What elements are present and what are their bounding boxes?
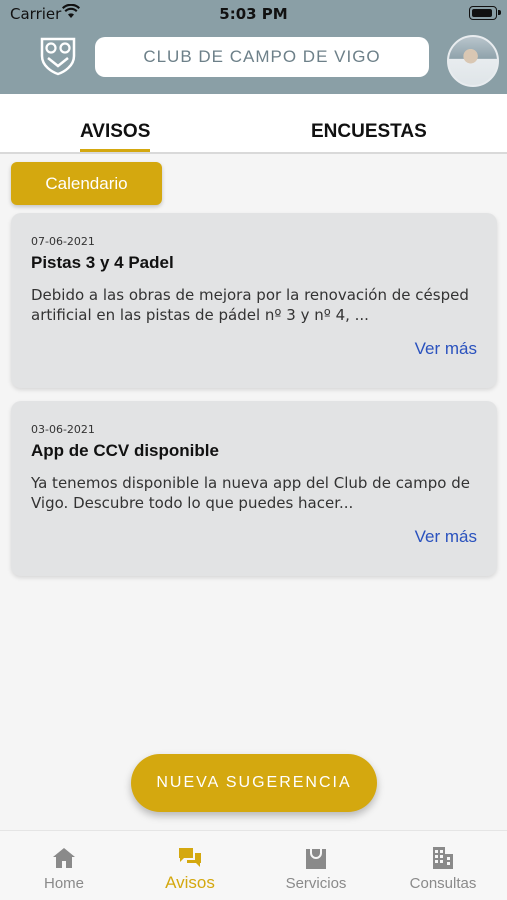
battery-icon bbox=[469, 6, 501, 20]
club-shield-logo[interactable] bbox=[38, 36, 78, 76]
user-avatar[interactable] bbox=[447, 35, 499, 87]
segment-tabs: AVISOS ENCUESTAS bbox=[0, 94, 507, 154]
building-icon bbox=[433, 847, 453, 869]
home-icon bbox=[53, 848, 75, 868]
status-bar: Carrier 5:03 PM bbox=[0, 0, 507, 30]
tabbar-label: Servicios bbox=[285, 875, 347, 892]
bottom-tab-bar: Home Avisos Servicios Consultas bbox=[0, 830, 507, 900]
tab-encuestas[interactable]: ENCUESTAS bbox=[311, 121, 427, 143]
calendar-button[interactable]: Calendario bbox=[11, 162, 162, 205]
tabbar-label: Avisos bbox=[165, 873, 215, 892]
notice-title: App de CCV disponible bbox=[31, 441, 219, 460]
notice-card[interactable]: 07-06-2021 Pistas 3 y 4 Padel Debido a l… bbox=[11, 213, 497, 388]
clock: 5:03 PM bbox=[219, 5, 288, 23]
notice-date: 07-06-2021 bbox=[31, 235, 95, 248]
tabbar-item-avisos[interactable]: Avisos bbox=[127, 831, 253, 900]
notice-date: 03-06-2021 bbox=[31, 423, 95, 436]
notice-body: Ya tenemos disponible la nueva app del C… bbox=[31, 474, 470, 512]
see-more-link[interactable]: Ver más bbox=[415, 339, 477, 359]
app-header: Carrier 5:03 PM CLUB DE CAMPO DE VIGO bbox=[0, 0, 507, 94]
notice-title: Pistas 3 y 4 Padel bbox=[31, 253, 174, 272]
club-name-banner: CLUB DE CAMPO DE VIGO bbox=[95, 37, 429, 77]
tabbar-item-consultas[interactable]: Consultas bbox=[380, 831, 506, 900]
tabbar-item-servicios[interactable]: Servicios bbox=[253, 831, 379, 900]
notice-body: Debido a las obras de mejora por la reno… bbox=[31, 286, 469, 324]
see-more-link[interactable]: Ver más bbox=[415, 527, 477, 547]
tab-avisos[interactable]: AVISOS bbox=[80, 121, 151, 152]
notice-card[interactable]: 03-06-2021 App de CCV disponible Ya tene… bbox=[11, 401, 497, 576]
shopping-bag-icon bbox=[306, 849, 326, 869]
chat-icon bbox=[179, 848, 201, 867]
tabbar-label: Consultas bbox=[409, 875, 477, 892]
tabbar-label: Home bbox=[43, 875, 84, 892]
tabbar-item-home[interactable]: Home bbox=[1, 831, 127, 900]
new-suggestion-button[interactable]: NUEVA SUGERENCIA bbox=[131, 754, 377, 812]
